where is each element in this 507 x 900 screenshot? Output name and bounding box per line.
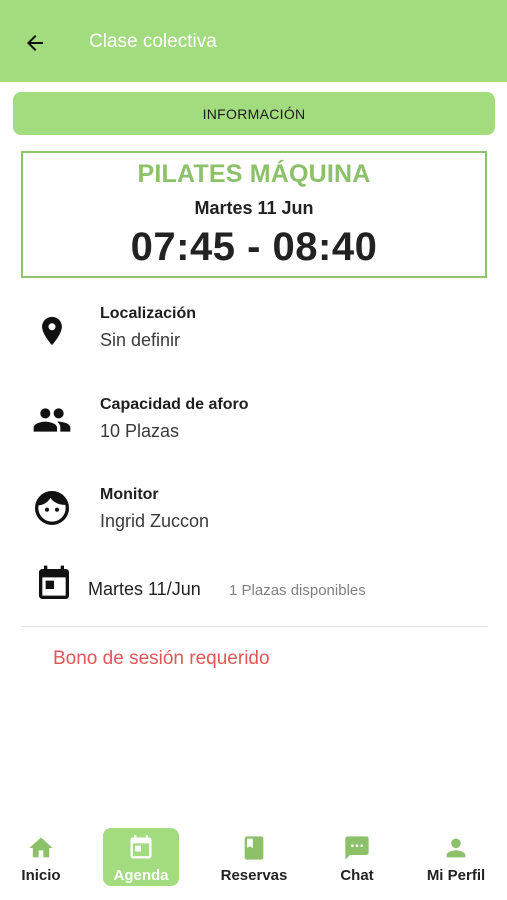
class-summary-card: PILATES MÁQUINA Martes 11 Jun 07:45 - 08… xyxy=(21,151,487,278)
monitor-label: Monitor xyxy=(100,486,159,503)
nav-item-reservas[interactable]: Reservas xyxy=(214,828,294,886)
session-date-row: Martes 11/Jun 1 Plazas disponibles xyxy=(0,563,507,609)
page-title: Clase colectiva xyxy=(89,31,217,52)
person-icon xyxy=(442,834,470,862)
calendar-icon xyxy=(34,564,74,604)
nav-item-mi-perfil[interactable]: Mi Perfil xyxy=(416,828,496,886)
nav-label-inicio: Inicio xyxy=(21,867,61,884)
nav-label-reservas: Reservas xyxy=(220,867,288,884)
bottom-navigation: Inicio Agenda Reservas Chat Mi Perfil xyxy=(0,820,507,900)
arrow-back-icon xyxy=(27,35,43,51)
calendar-icon xyxy=(127,834,155,862)
monitor-value: Ingrid Zuccon xyxy=(100,511,210,531)
location-pin-icon xyxy=(32,311,72,351)
capacity-label: Capacidad de aforo xyxy=(100,396,249,413)
capacity-value: 10 Plazas xyxy=(100,421,180,441)
session-date: Martes 11/Jun xyxy=(88,579,201,599)
chat-icon xyxy=(343,834,371,862)
nav-item-chat[interactable]: Chat xyxy=(317,828,397,886)
class-date: Martes 11 Jun xyxy=(194,198,314,218)
nav-item-inicio[interactable]: Inicio xyxy=(1,828,81,886)
availability-text: 1 Plazas disponibles xyxy=(229,582,366,599)
book-icon xyxy=(240,834,268,862)
monitor-row: Monitor Ingrid Zuccon xyxy=(0,486,507,556)
people-icon xyxy=(32,400,72,440)
divider xyxy=(21,626,488,627)
bono-required-notice: Bono de sesión requerido xyxy=(53,648,270,669)
back-button[interactable] xyxy=(20,28,50,58)
tab-informacion[interactable]: INFORMACIÓN xyxy=(13,92,495,135)
class-name: PILATES MÁQUINA xyxy=(137,160,371,188)
nav-label-chat: Chat xyxy=(340,867,374,884)
home-icon xyxy=(27,834,55,862)
nav-label-mi-perfil: Mi Perfil xyxy=(426,867,486,884)
location-value: Sin definir xyxy=(100,330,181,350)
app-bar: Clase colectiva xyxy=(0,0,507,82)
location-row: Localización Sin definir xyxy=(0,305,507,375)
nav-item-agenda[interactable]: Agenda xyxy=(103,828,179,886)
location-label: Localización xyxy=(100,305,197,322)
class-time: 07:45 - 08:40 xyxy=(130,225,378,269)
capacity-row: Capacidad de aforo 10 Plazas xyxy=(0,396,507,466)
nav-label-agenda: Agenda xyxy=(113,867,169,884)
face-icon xyxy=(32,488,72,528)
